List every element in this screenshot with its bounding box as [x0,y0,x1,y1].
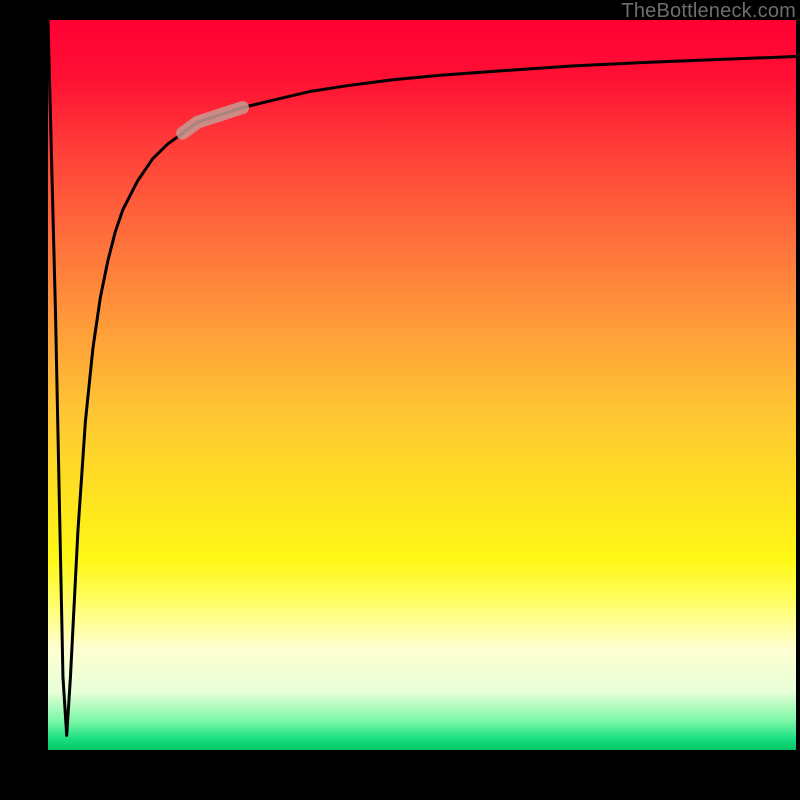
gradient-background [48,20,796,750]
chart-frame: TheBottleneck.com [0,0,800,800]
watermark-text: TheBottleneck.com [621,0,796,23]
plot-area [48,20,796,750]
